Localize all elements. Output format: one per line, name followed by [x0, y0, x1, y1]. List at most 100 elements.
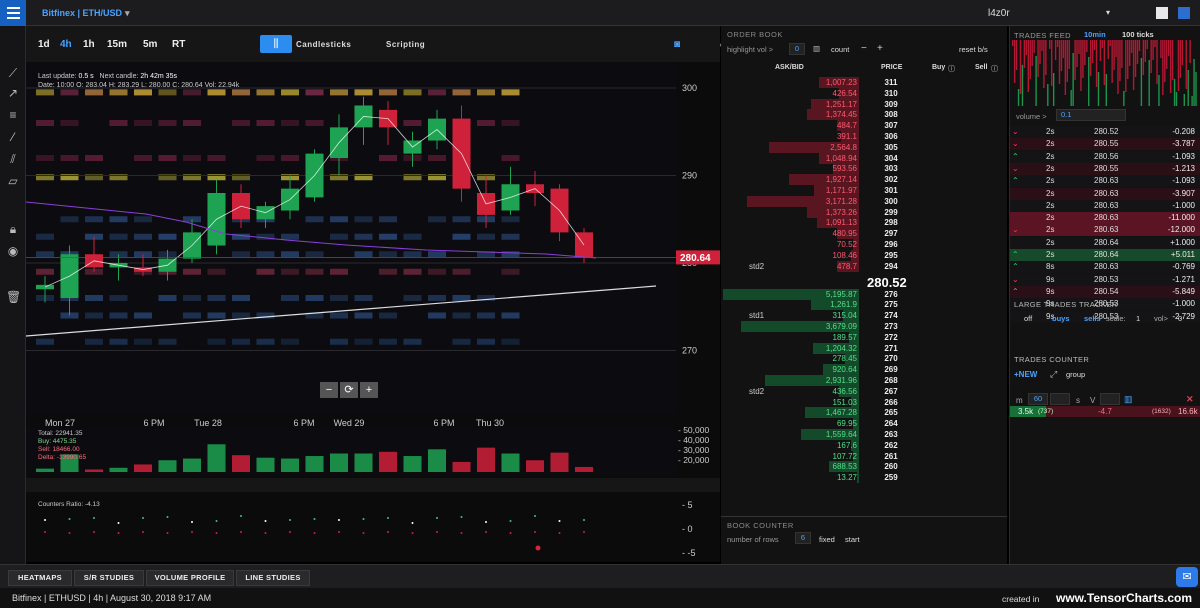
ask-row[interactable]: 1,251.17 309 — [721, 98, 1007, 110]
minus-icon[interactable]: − — [861, 43, 867, 54]
fixed-button[interactable]: fixed — [819, 535, 835, 544]
volume-filter-input[interactable]: 0.1 — [1056, 109, 1126, 121]
ask-row[interactable]: 108.46 295 — [721, 249, 1007, 261]
line-tool-icon[interactable]: ⟋ — [6, 66, 20, 80]
tab-heatmaps[interactable]: HEATMAPS — [8, 570, 72, 586]
rows-input[interactable]: 6 — [795, 532, 811, 544]
user-menu-chevron-icon[interactable]: ▾ — [1106, 8, 1110, 17]
count-toggle[interactable]: count — [831, 45, 849, 54]
ratio-dot — [166, 516, 169, 518]
price-chart[interactable]: 300290280270280.64Mon 276 PMTue 286 PMWe… — [26, 62, 720, 562]
bid-row[interactable]: 278.45 270 — [721, 353, 1007, 365]
chart-area[interactable]: 300290280270280.64Mon 276 PMTue 286 PMWe… — [26, 62, 720, 562]
ask-row[interactable]: 391.1 306 — [721, 131, 1007, 142]
ticks-100[interactable]: 100 ticks — [1122, 30, 1154, 39]
large-trades-off[interactable]: off — [1024, 314, 1032, 323]
ask-row[interactable]: 70.52 296 — [721, 239, 1007, 250]
ask-row[interactable]: 1,091.13 298 — [721, 217, 1007, 229]
ask-row[interactable]: 1,171.97 301 — [721, 185, 1007, 196]
bar-chart-icon[interactable]: ▥ — [813, 44, 820, 53]
bid-row[interactable]: 151.03 266 — [721, 396, 1007, 408]
trade-volume-bar — [1121, 40, 1123, 68]
tf-5m[interactable]: 5m — [143, 39, 157, 50]
bid-row[interactable]: 189.57 272 — [721, 331, 1007, 343]
tab-line-studies[interactable]: LINE STUDIES — [236, 570, 310, 586]
bid-row[interactable]: 167.6 262 — [721, 439, 1007, 451]
scripting-button[interactable]: Scripting — [386, 40, 425, 49]
scale-input[interactable]: 1 — [1136, 314, 1140, 323]
group-button[interactable]: group — [1066, 370, 1085, 379]
bid-row[interactable]: 3,679.09 273 — [721, 321, 1007, 333]
interval-10min[interactable]: 10min — [1084, 30, 1106, 39]
bid-row[interactable]: 5,195.87 276 — [721, 288, 1007, 300]
zoom-out-button[interactable]: − — [320, 382, 338, 398]
bid-row[interactable]: 2,931.96 268 — [721, 375, 1007, 387]
ask-row[interactable]: 1,927.14 302 — [721, 174, 1007, 186]
ask-row[interactable]: 593.56 303 — [721, 163, 1007, 175]
bid-row[interactable]: 69.95 264 — [721, 418, 1007, 430]
expand-icon[interactable]: ⤢ — [1050, 369, 1057, 380]
bars-icon[interactable]: ⫼ — [260, 35, 292, 53]
ask-row[interactable]: 478.7 294 std2 — [721, 260, 1007, 272]
ask-row[interactable]: 426.54 310 — [721, 87, 1007, 99]
ask-row[interactable]: 3,171.28 300 — [721, 195, 1007, 207]
bid-row[interactable]: 13.27 259 — [721, 472, 1007, 484]
bid-row[interactable]: 1,204.32 271 — [721, 342, 1007, 354]
plus-icon[interactable]: + — [877, 43, 883, 54]
trade-volume-bar — [1091, 40, 1094, 63]
layout-dark-icon[interactable] — [1178, 7, 1190, 19]
reset-bs-button[interactable]: reset b/s — [959, 45, 988, 54]
zoom-in-button[interactable]: + — [360, 382, 378, 398]
ask-row[interactable]: 2,564.8 305 — [721, 141, 1007, 153]
reset-zoom-icon[interactable]: ⟳ — [340, 382, 358, 398]
vol-input[interactable]: 0 — [1178, 314, 1182, 323]
trash-icon[interactable]: 🗑︎ — [6, 290, 21, 304]
new-counter-button[interactable]: +NEW — [1014, 370, 1037, 379]
horizontal-lines-icon[interactable]: ≡ — [6, 108, 20, 122]
tf-rt[interactable]: RT — [172, 39, 185, 50]
camera-icon[interactable]: ◙ — [674, 39, 680, 50]
lock-icon[interactable]: 🔒︎ — [6, 222, 20, 236]
start-button[interactable]: start — [845, 535, 860, 544]
menu-icon[interactable] — [0, 0, 26, 26]
ray-tool-icon[interactable]: ↗ — [6, 86, 20, 100]
bid-row[interactable]: 107.72 261 — [721, 450, 1007, 462]
tf-4h[interactable]: 4h — [60, 39, 72, 50]
tab-volume-profile[interactable]: VOLUME PROFILE — [146, 570, 234, 586]
ask-row[interactable]: 1,007.23 311 — [721, 77, 1007, 88]
close-icon[interactable]: ✕ — [1186, 394, 1194, 405]
user-name[interactable]: l4z0r — [988, 8, 1010, 19]
bid-row[interactable]: 920.64 269 — [721, 364, 1007, 376]
minutes-input[interactable]: 60 — [1028, 393, 1048, 405]
ask-row[interactable]: 1,373.26 299 — [721, 206, 1007, 218]
seconds-input[interactable] — [1050, 393, 1070, 405]
ask-row[interactable]: 480.95 297 — [721, 228, 1007, 240]
ask-row[interactable]: 1,048.94 304 — [721, 152, 1007, 164]
bar-chart-icon[interactable]: ▥ — [1124, 394, 1133, 405]
volume-input[interactable] — [1100, 393, 1120, 405]
candlesticks-button[interactable]: Candlesticks — [296, 40, 351, 49]
large-trades-buys[interactable]: buys — [1052, 314, 1070, 323]
bid-row[interactable]: 1,261.9 275 — [721, 299, 1007, 311]
eye-icon[interactable]: ◉ — [6, 244, 20, 258]
large-trades-sells[interactable]: sells — [1084, 314, 1101, 323]
tf-15m[interactable]: 15m — [107, 39, 127, 50]
bid-row[interactable]: 1,467.28 265 — [721, 407, 1007, 419]
bid-row[interactable]: 1,559.64 263 — [721, 429, 1007, 441]
tab-sr-studies[interactable]: S/R STUDIES — [74, 570, 144, 586]
channel-tool-icon[interactable]: ⫽ — [6, 152, 20, 166]
chat-icon[interactable]: ✉ — [1176, 567, 1198, 587]
tf-1d[interactable]: 1d — [38, 39, 50, 50]
ask-row[interactable]: 1,374.45 308 — [721, 109, 1007, 121]
bid-row[interactable]: 315.04 274 std1 — [721, 310, 1007, 322]
ruler-icon[interactable]: ▱ — [6, 174, 20, 188]
fib-tool-icon[interactable]: ⁄ — [6, 130, 20, 144]
bid-row[interactable]: 436.56 267 std2 — [721, 385, 1007, 397]
heatmap-cell — [36, 251, 54, 258]
layout-light-icon[interactable] — [1156, 7, 1168, 19]
highlight-vol-input[interactable]: 0 — [789, 43, 805, 55]
ask-row[interactable]: 484.7 307 — [721, 120, 1007, 132]
tf-1h[interactable]: 1h — [83, 39, 95, 50]
symbol-selector[interactable]: Bitfinex | ETH/USD ▾ — [42, 8, 130, 19]
bid-row[interactable]: 688.53 260 — [721, 461, 1007, 473]
